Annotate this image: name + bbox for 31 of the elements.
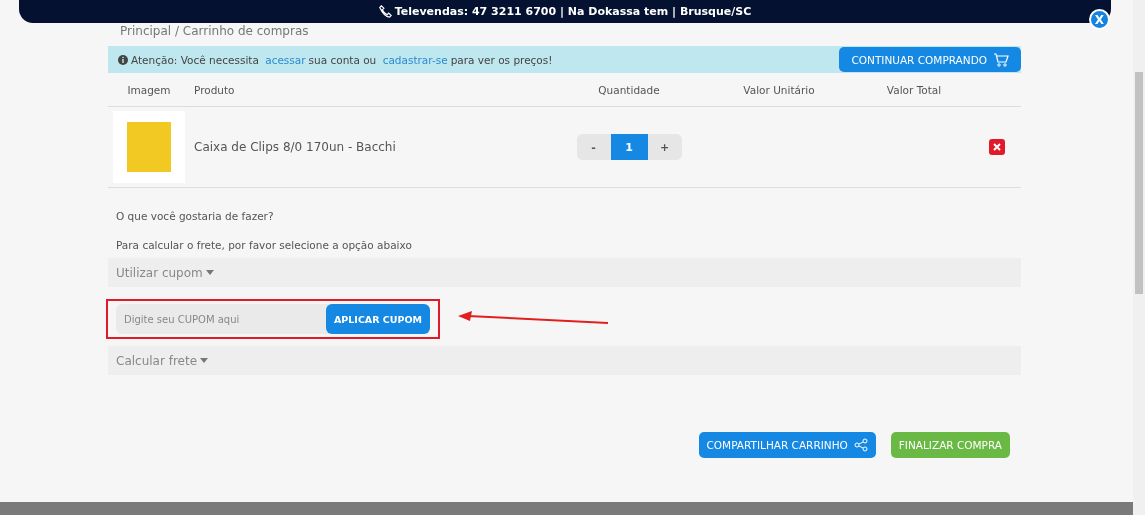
notice-text: Atenção: Você necessita acessar sua conta ou cadastrar-se para ver os preços! — [118, 53, 556, 66]
link[interactable]: acessar — [265, 53, 306, 66]
product-name: Caixa de Clips 8/0 170un - Bacchi — [193, 140, 397, 154]
question-text: O que você gostaria de fazer? — [116, 210, 275, 222]
column-header: Quantidade — [597, 83, 661, 96]
coupon-field[interactable]: Digite seu CUPOM aqui APLICAR CUPOM — [116, 304, 430, 334]
quantity-value: 1 — [610, 134, 648, 160]
apply-coupon-button[interactable]: APLICAR CUPOM — [326, 304, 430, 334]
share-cart-button[interactable]: COMPARTILHAR CARRINHO — [698, 432, 876, 458]
hint-text: Para calcular o frete, por favor selecione a opção abaixo — [116, 239, 413, 251]
column-header: Valor Total — [885, 83, 943, 96]
continue-shopping-button[interactable]: CONTINUAR COMPRANDO — [839, 47, 1021, 72]
contact-text: Televendas: 47 3211 6700 | Na Dokassa tem | Brusque/SC — [394, 5, 752, 18]
product-image — [113, 111, 185, 183]
arrow-icon — [458, 311, 610, 327]
cart-icon — [993, 52, 1009, 67]
info-icon — [118, 54, 128, 65]
remove-button[interactable] — [989, 139, 1005, 155]
share-icon — [853, 438, 868, 452]
shipping-toggle[interactable]: Calcular frete — [108, 346, 1021, 375]
breadcrumb: Principal / Carrinho de compras — [120, 24, 309, 38]
column-header: Imagem — [126, 83, 172, 96]
checkout-button[interactable]: FINALIZAR COMPRA — [890, 432, 1010, 458]
phone-icon — [378, 5, 392, 18]
column-header: Valor Unitário — [742, 83, 816, 96]
caret-icon — [205, 270, 214, 275]
column-header: Produto — [193, 83, 236, 96]
close-icon — [993, 143, 1001, 151]
coupon-toggle[interactable]: Utilizar cupom — [108, 258, 1021, 287]
link[interactable]: cadastrar-se — [382, 53, 448, 66]
caret-icon — [200, 358, 209, 363]
